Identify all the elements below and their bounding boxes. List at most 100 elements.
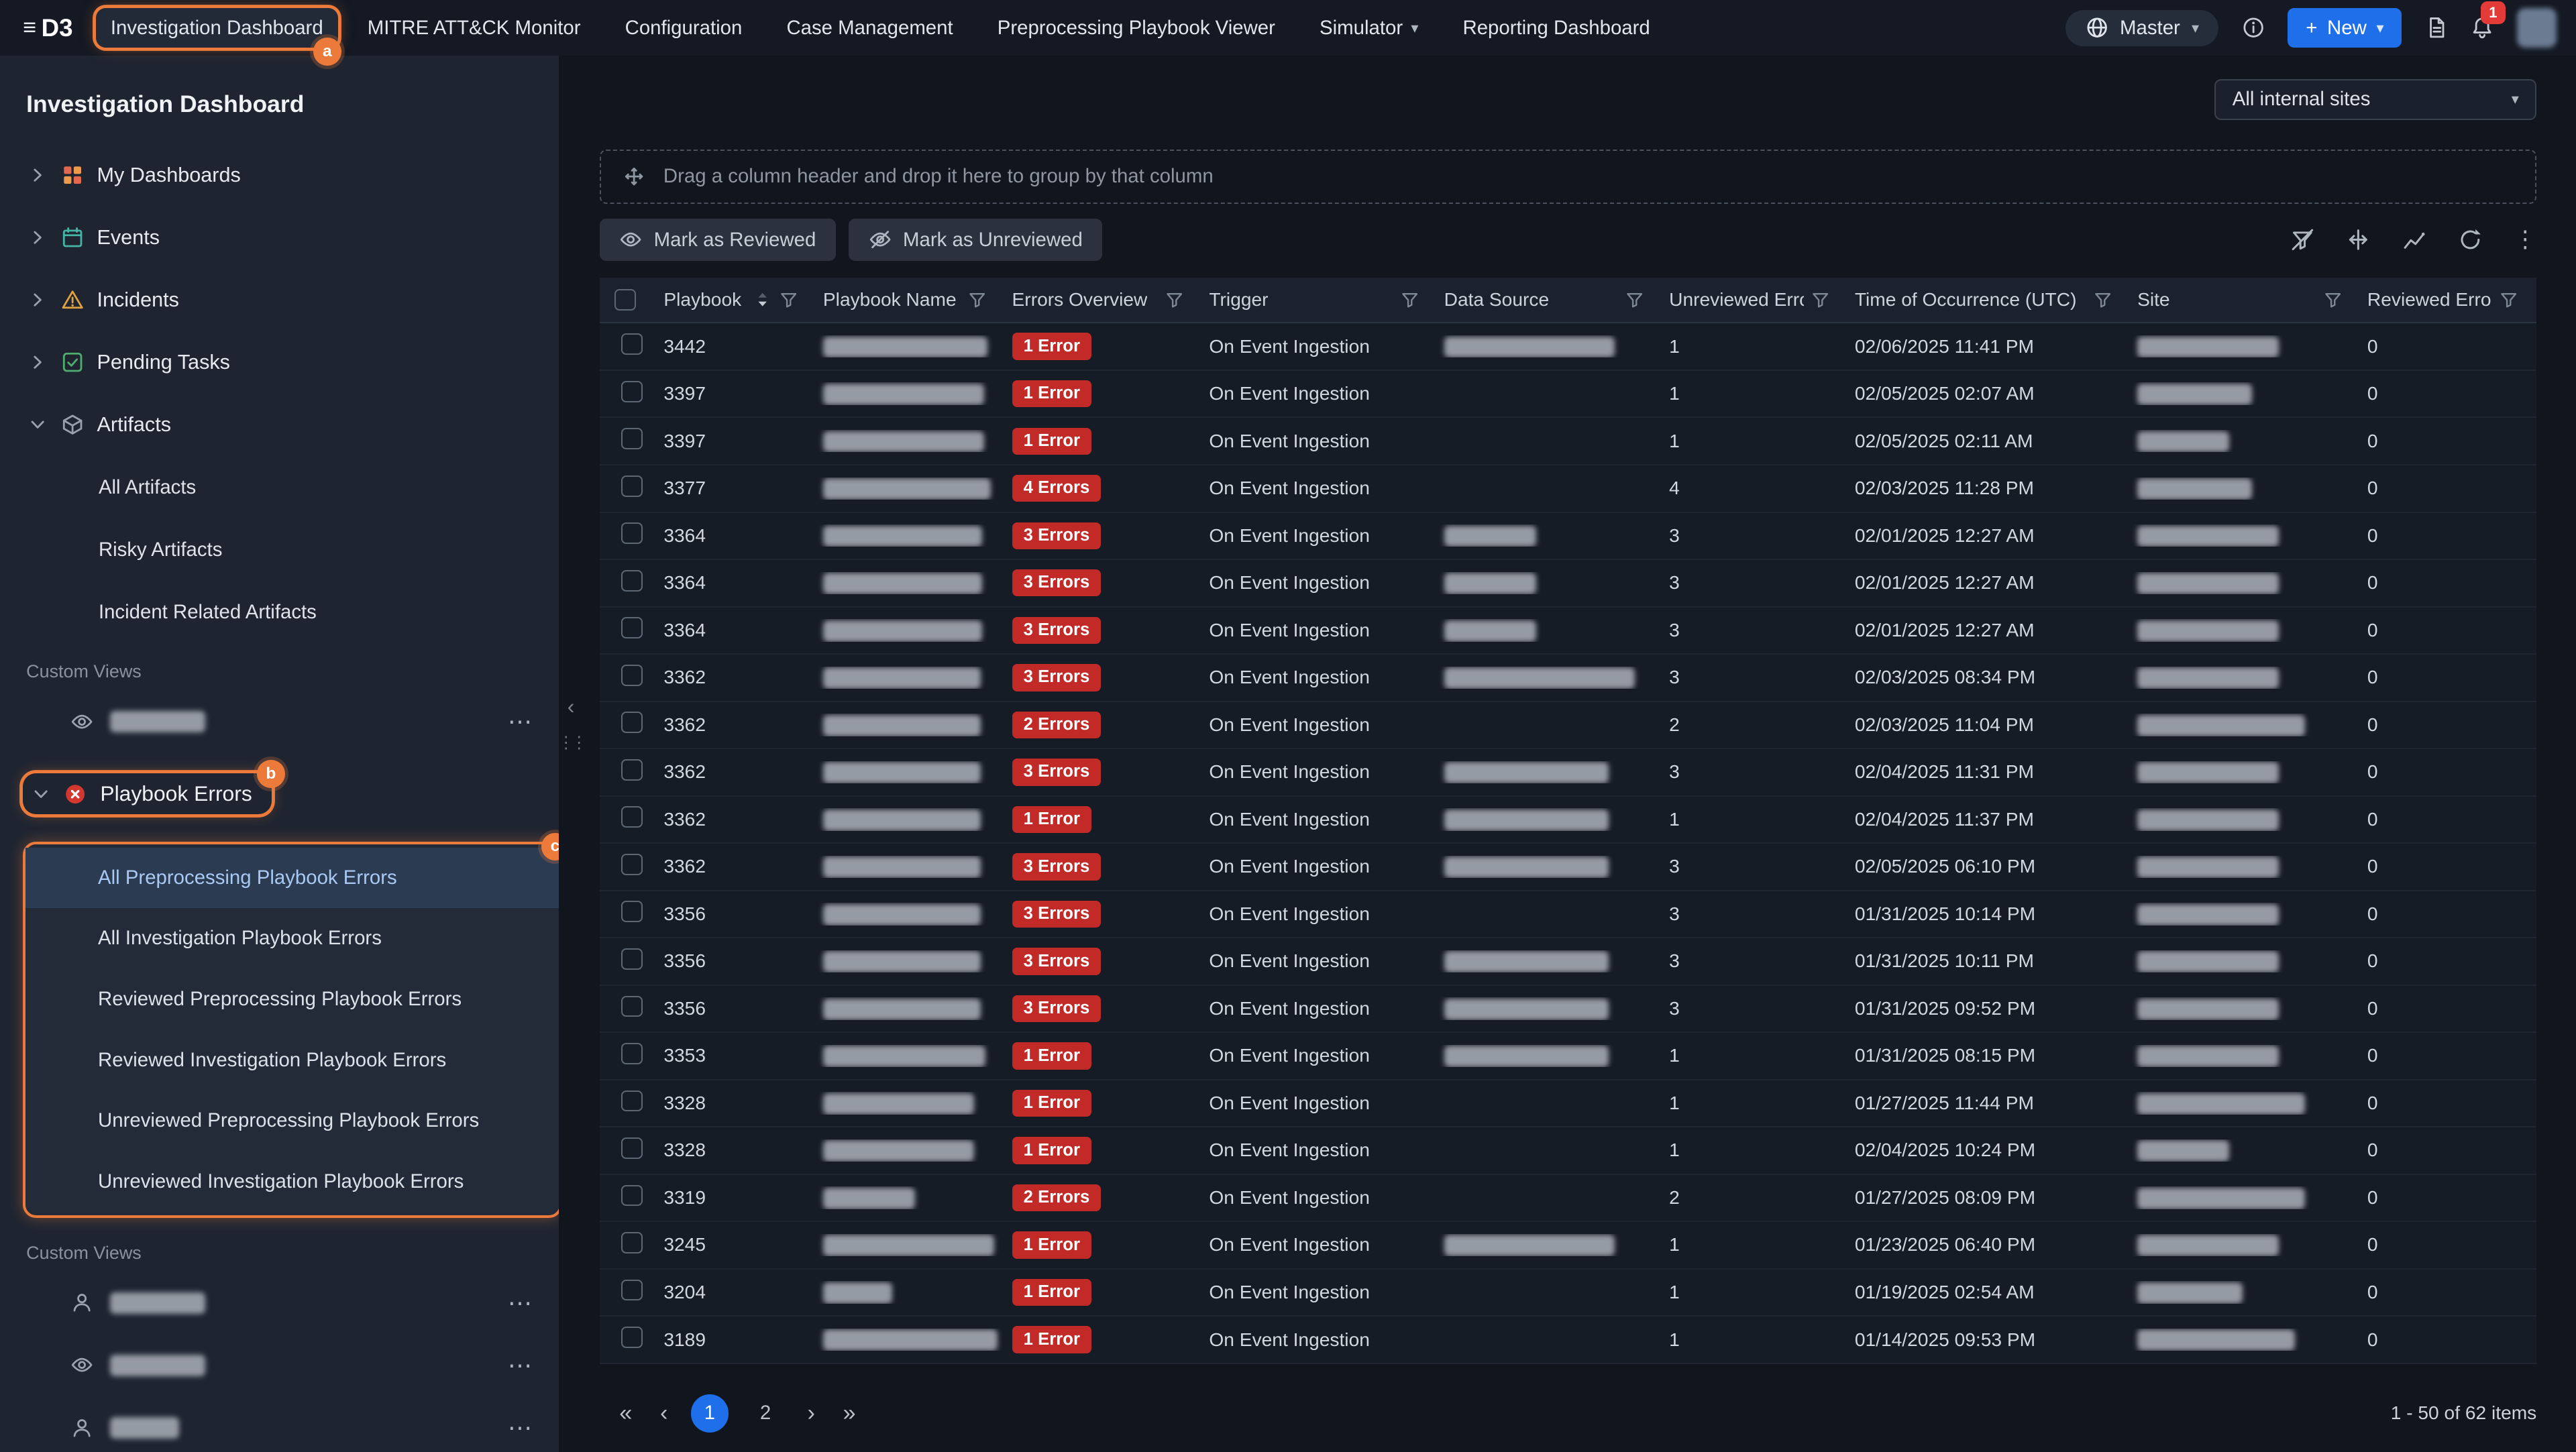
site-filter-select[interactable]: All internal sites ▾	[2214, 79, 2536, 120]
row-checkbox[interactable]	[621, 428, 643, 449]
filter-icon[interactable]	[779, 290, 798, 309]
table-row[interactable]: 32451 ErrorOn Event Ingestion101/23/2025…	[600, 1222, 2536, 1270]
filter-icon[interactable]	[2323, 290, 2343, 309]
notifications-icon[interactable]: 1	[2471, 16, 2493, 39]
sidebar-item-reviewed-investigation-playbook-errors[interactable]: Reviewed Investigation Playbook Errors	[25, 1029, 558, 1091]
row-checkbox[interactable]	[621, 1280, 643, 1301]
kebab-menu-icon[interactable]: ⋯	[508, 707, 533, 736]
table-row[interactable]: 33563 ErrorsOn Event Ingestion301/31/202…	[600, 938, 2536, 986]
table-row[interactable]: 33774 ErrorsOn Event Ingestion402/03/202…	[600, 465, 2536, 513]
sidebar-item-unreviewed-preprocessing-playbook-errors[interactable]: Unreviewed Preprocessing Playbook Errors	[25, 1091, 558, 1152]
column-header-data-source[interactable]: Data Source	[1438, 278, 1663, 323]
filter-icon[interactable]	[1811, 290, 1830, 309]
table-row[interactable]: 33623 ErrorsOn Event Ingestion302/04/202…	[600, 749, 2536, 797]
page-2-button[interactable]: 2	[747, 1394, 784, 1432]
column-header-reviewed-errors[interactable]: Reviewed Errors	[2361, 278, 2536, 323]
table-row[interactable]: 33563 ErrorsOn Event Ingestion301/31/202…	[600, 986, 2536, 1034]
nav-item-simulator[interactable]: Simulator▾	[1305, 8, 1433, 47]
custom-view-item[interactable]: ⋯	[0, 1272, 559, 1334]
row-checkbox[interactable]	[621, 854, 643, 875]
nav-item-reporting-dashboard[interactable]: Reporting Dashboard	[1448, 8, 1664, 47]
nav-item-configuration[interactable]: Configuration	[610, 8, 757, 47]
fit-columns-icon[interactable]	[2346, 227, 2371, 252]
row-checkbox[interactable]	[621, 381, 643, 402]
filter-icon[interactable]	[1165, 290, 1184, 309]
sidebar-item-all-artifacts[interactable]: All Artifacts	[0, 456, 559, 518]
table-row[interactable]: 33531 ErrorOn Event Ingestion101/31/2025…	[600, 1033, 2536, 1080]
sidebar-collapse-handle[interactable]: ‹ ⋮⋮	[559, 696, 584, 752]
table-row[interactable]: 33192 ErrorsOn Event Ingestion201/27/202…	[600, 1175, 2536, 1223]
kebab-menu-icon[interactable]: ⋯	[508, 1351, 533, 1380]
sort-icon[interactable]	[753, 290, 772, 309]
table-row[interactable]: 32041 ErrorOn Event Ingestion101/19/2025…	[600, 1270, 2536, 1317]
table-row[interactable]: 33281 ErrorOn Event Ingestion101/27/2025…	[600, 1080, 2536, 1128]
row-checkbox[interactable]	[621, 1091, 643, 1112]
sidebar-item-all-preprocessing-playbook-errors[interactable]: All Preprocessing Playbook Errors	[25, 848, 558, 909]
row-checkbox[interactable]	[621, 712, 643, 733]
sidebar-item-playbook-errors[interactable]: Playbook Errors b	[23, 773, 272, 814]
row-checkbox[interactable]	[621, 901, 643, 922]
table-row[interactable]: 33563 ErrorsOn Event Ingestion301/31/202…	[600, 891, 2536, 939]
filter-icon[interactable]	[2499, 290, 2518, 309]
row-checkbox[interactable]	[621, 570, 643, 592]
sidebar-item-pending-tasks[interactable]: Pending Tasks	[0, 331, 559, 394]
filter-icon[interactable]	[2093, 290, 2112, 309]
filter-icon[interactable]	[967, 290, 987, 309]
row-checkbox[interactable]	[621, 1137, 643, 1159]
kebab-menu-icon[interactable]: ⋯	[508, 1288, 533, 1317]
sidebar-item-unreviewed-investigation-playbook-errors[interactable]: Unreviewed Investigation Playbook Errors	[25, 1152, 558, 1213]
row-checkbox[interactable]	[621, 948, 643, 970]
table-row[interactable]: 31891 ErrorOn Event Ingestion101/14/2025…	[600, 1317, 2536, 1364]
sidebar-item-reviewed-preprocessing-playbook-errors[interactable]: Reviewed Preprocessing Playbook Errors	[25, 969, 558, 1030]
column-header-time-of-occurrence-utc[interactable]: Time of Occurrence (UTC)	[1848, 278, 2131, 323]
row-checkbox[interactable]	[621, 522, 643, 544]
group-by-dropzone[interactable]: Drag a column header and drop it here to…	[600, 150, 2536, 204]
table-row[interactable]: 34421 ErrorOn Event Ingestion102/06/2025…	[600, 323, 2536, 371]
avatar[interactable]	[2517, 8, 2557, 48]
table-row[interactable]: 33622 ErrorsOn Event Ingestion202/03/202…	[600, 702, 2536, 750]
kebab-menu-icon[interactable]: ⋯	[508, 1413, 533, 1442]
column-header-trigger[interactable]: Trigger	[1203, 278, 1438, 323]
nav-item-case-management[interactable]: Case Management	[771, 8, 967, 47]
nav-item-investigation-dashboard[interactable]: Investigation Dashboarda	[96, 8, 338, 47]
table-row[interactable]: 33643 ErrorsOn Event Ingestion302/01/202…	[600, 560, 2536, 608]
nav-item-mitre-att-ck-monitor[interactable]: MITRE ATT&CK Monitor	[353, 8, 596, 47]
row-checkbox[interactable]	[621, 759, 643, 781]
filter-icon[interactable]	[1625, 290, 1644, 309]
mark-as-unreviewed-button[interactable]: Mark as Unreviewed	[849, 219, 1102, 262]
refresh-icon[interactable]	[2458, 227, 2483, 252]
table-row[interactable]: 33623 ErrorsOn Event Ingestion302/03/202…	[600, 655, 2536, 702]
row-checkbox[interactable]	[621, 1043, 643, 1064]
sidebar-item-incidents[interactable]: Incidents	[0, 269, 559, 331]
table-row[interactable]: 33643 ErrorsOn Event Ingestion302/01/202…	[600, 608, 2536, 655]
row-checkbox[interactable]	[621, 806, 643, 828]
row-checkbox[interactable]	[621, 996, 643, 1017]
sidebar-item-risky-artifacts[interactable]: Risky Artifacts	[0, 518, 559, 581]
tenant-selector[interactable]: Master ▾	[2065, 10, 2218, 46]
sidebar-item-events[interactable]: Events	[0, 207, 559, 269]
info-icon[interactable]	[2242, 16, 2265, 39]
first-page-button[interactable]: «	[614, 1400, 637, 1427]
row-checkbox[interactable]	[621, 1185, 643, 1207]
table-row[interactable]: 33971 ErrorOn Event Ingestion102/05/2025…	[600, 371, 2536, 418]
row-checkbox[interactable]	[621, 333, 643, 355]
mark-as-reviewed-button[interactable]: Mark as Reviewed	[600, 219, 836, 262]
custom-view-item[interactable]: ⋯	[0, 1334, 559, 1396]
column-header-unreviewed-errors[interactable]: Unreviewed Errors	[1662, 278, 1848, 323]
column-header-site[interactable]: Site	[2131, 278, 2361, 323]
sidebar-item-all-investigation-playbook-errors[interactable]: All Investigation Playbook Errors	[25, 908, 558, 969]
row-checkbox[interactable]	[621, 476, 643, 497]
table-row[interactable]: 33621 ErrorOn Event Ingestion102/04/2025…	[600, 797, 2536, 844]
clear-filters-icon[interactable]	[2290, 227, 2315, 252]
sidebar-item-incident-related-artifacts[interactable]: Incident Related Artifacts	[0, 581, 559, 643]
row-checkbox[interactable]	[621, 617, 643, 638]
page-1-button[interactable]: 1	[691, 1394, 729, 1432]
last-page-button[interactable]: »	[838, 1400, 861, 1427]
column-header-errors-overview[interactable]: Errors Overview	[1006, 278, 1203, 323]
column-header-playbook-id[interactable]: Playbook ID	[657, 278, 817, 323]
sidebar-item-artifacts[interactable]: Artifacts	[0, 394, 559, 456]
custom-view-item[interactable]: ⋯	[0, 1396, 559, 1452]
table-row[interactable]: 33971 ErrorOn Event Ingestion102/05/2025…	[600, 418, 2536, 465]
document-icon[interactable]	[2425, 16, 2448, 39]
chart-icon[interactable]	[2402, 227, 2427, 252]
